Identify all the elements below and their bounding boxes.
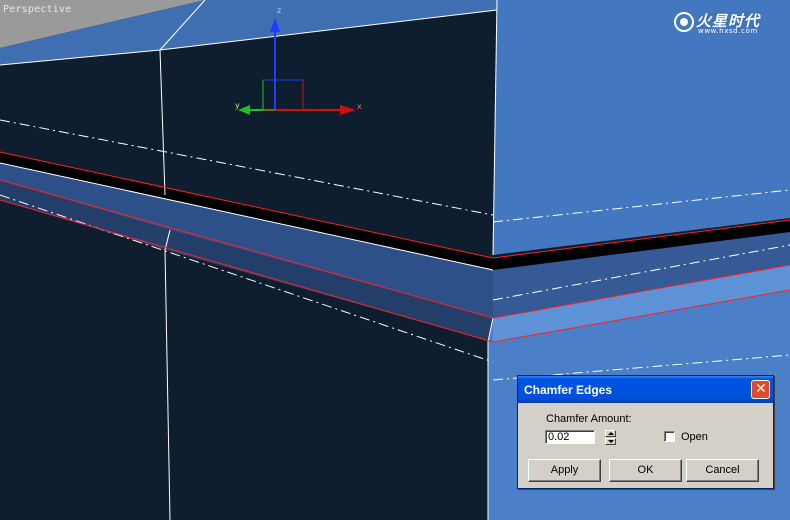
chamfer-amount-label: Chamfer Amount: [546,413,632,425]
ok-button[interactable]: OK [609,459,682,482]
spinner-up-icon[interactable] [605,430,616,437]
chamfer-edges-dialog: Chamfer Edges ✕ Chamfer Amount: 0.02 Ope… [517,375,774,489]
logo-url: www.hxsd.com [698,27,758,35]
dialog-titlebar[interactable]: Chamfer Edges ✕ [518,376,773,403]
apply-button[interactable]: Apply [528,459,601,482]
gizmo-x-label: x [357,102,362,111]
viewport-label[interactable]: Perspective [3,4,71,15]
chamfer-amount-input[interactable]: 0.02 [545,430,595,444]
close-button[interactable]: ✕ [751,380,770,399]
dialog-title: Chamfer Edges [524,383,613,397]
open-label: Open [681,431,708,443]
gizmo-y-label: y [235,101,240,110]
watermark-logo: 火星时代 www.hxsd.com [670,6,782,38]
spinner-down-icon[interactable] [605,438,616,445]
logo-icon [674,12,694,32]
chamfer-amount-spinner[interactable] [605,430,616,445]
open-checkbox[interactable] [664,431,675,442]
close-icon: ✕ [755,381,767,397]
cancel-button[interactable]: Cancel [686,459,759,482]
gizmo-z-label: z [277,6,281,15]
